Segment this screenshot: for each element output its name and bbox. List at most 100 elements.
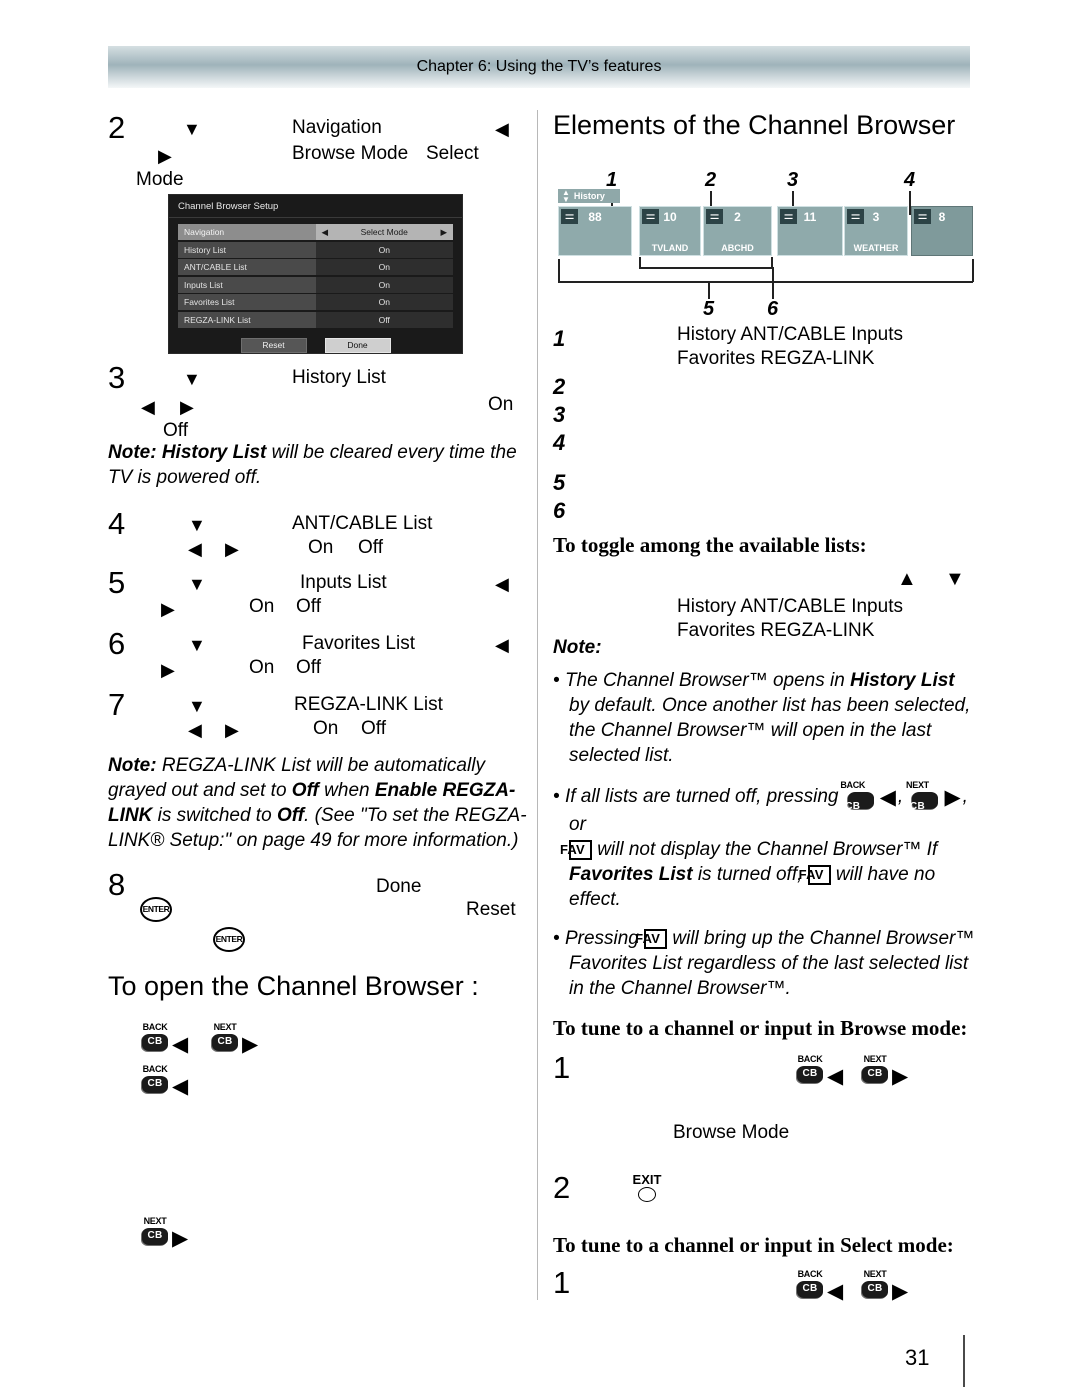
osd-row-favorites-list[interactable]: Favorites List On: [178, 294, 453, 310]
step-7: 7 ▼ REGZA-LINK List ◀ ▶ On Off: [108, 689, 528, 751]
browse-mode-label: Browse Mode: [673, 1122, 790, 1143]
enter-button-icon[interactable]: [140, 897, 172, 922]
channel-tile[interactable]: ⚌ 8: [911, 206, 973, 256]
numbered-item-5: 5: [553, 470, 978, 498]
left-arrow-icon: ◀: [172, 1033, 189, 1056]
channel-tile[interactable]: ⚌ 11: [777, 206, 843, 256]
callout-4: 4: [904, 169, 916, 191]
open-cb-key-row-1: BACK ◀ NEXT ▶: [108, 1022, 528, 1066]
osd-row-history-list[interactable]: History List On: [178, 241, 453, 258]
back-cb-button-icon[interactable]: BACK: [793, 1055, 827, 1086]
next-cb-button-icon[interactable]: NEXT: [138, 1216, 172, 1248]
osd-value: On: [315, 259, 453, 275]
select-step-1: 1 BACK ◀ NEXT ▶: [553, 1267, 978, 1327]
bullet-history-default: • The Channel Browser™ opens in History …: [553, 670, 971, 766]
chapter-header-band: Chapter 6: Using the TV’s features: [108, 46, 970, 88]
next-cb-button-icon[interactable]: NEXT: [906, 781, 942, 819]
osd-row-ant-cable-list[interactable]: ANT/CABLE List On: [178, 259, 453, 275]
item-text: History ANT/CABLE Inputs Favorites REGZA…: [677, 324, 903, 369]
off-label: Off: [296, 657, 321, 678]
note-regza-p3: is switched to: [152, 805, 277, 826]
osd-row-navigation[interactable]: Navigation ◀ Select Mode ▶: [178, 224, 453, 240]
right-arrow-icon: ▶: [225, 720, 239, 740]
on-label: On: [249, 596, 275, 617]
step-4: 4 ▼ ANT/CABLE List ◀ ▶ On Off: [108, 508, 528, 565]
channel-tile[interactable]: ⚌ 2 ABCHD: [703, 206, 772, 256]
on-label: On: [488, 394, 514, 415]
channel-name: WEATHER: [853, 243, 899, 253]
key-label: NEXT: [213, 1022, 237, 1032]
open-channel-browser-heading: To open the Channel Browser :: [108, 971, 479, 1001]
bullet3-p1: Pressing: [564, 928, 645, 949]
right-arrow-icon: ▶: [440, 226, 447, 237]
next-cb-button-icon[interactable]: NEXT: [858, 1054, 892, 1086]
osd-row-regza-link-list[interactable]: REGZA-LINK List Off: [178, 311, 453, 328]
step-8-number: 8: [108, 867, 126, 902]
osd-value-selector[interactable]: ◀ Select Mode ▶: [315, 224, 453, 240]
bracket-5-right-tick: [972, 259, 974, 282]
inputs-list-label: Inputs List: [300, 572, 387, 593]
right-arrow-icon: ▶: [161, 599, 175, 619]
browse-step-2-number: 2: [553, 1170, 571, 1205]
down-arrow-icon: ▼: [188, 635, 206, 655]
step-3-number: 3: [108, 360, 126, 395]
open-cb-key-row-3: NEXT ▶: [108, 1216, 528, 1278]
channel-number: 88: [588, 210, 602, 224]
back-cb-button-icon[interactable]: BACK: [138, 1023, 172, 1054]
browse-mode-label: Browse Mode: [292, 143, 409, 164]
down-arrow-icon: ▼: [188, 515, 206, 535]
bracket-6-left-tick: [639, 257, 641, 268]
fav-button-icon[interactable]: FAV: [560, 839, 592, 860]
numbered-item-6: 6: [553, 498, 978, 532]
done-button[interactable]: Done: [324, 337, 391, 353]
right-arrow-icon: ▶: [180, 397, 194, 417]
bullet2-p4: will not display the Channel Browser™ If: [591, 839, 938, 860]
back-cb-button-icon[interactable]: BACK: [793, 1270, 827, 1301]
left-arrow-icon: ◀: [172, 1075, 189, 1098]
updown-icon: ▲ ▼: [562, 188, 570, 204]
bullet-pressing-fav: • Pressing FAV will bring up the Channel…: [553, 928, 975, 999]
reset-button[interactable]: Reset: [240, 337, 307, 353]
channel-tile[interactable]: ⚌ 10 TVLAND: [639, 206, 701, 256]
osd-button-row: Reset Done: [169, 337, 462, 353]
osd-row-inputs-list[interactable]: Inputs List On: [178, 276, 453, 293]
next-cb-button-icon[interactable]: NEXT: [858, 1270, 892, 1301]
right-arrow-icon: ▶: [161, 660, 175, 680]
tune-browse-mode-heading: To tune to a channel or input in Browse …: [553, 1016, 968, 1040]
page-edge-rule: [963, 1335, 965, 1387]
off-label: Off: [296, 596, 321, 617]
bullet-bold: History List: [850, 670, 955, 691]
channel-tile[interactable]: ⚌ 3 WEATHER: [844, 206, 908, 256]
exit-circle: [638, 1187, 656, 1202]
step-2: 2 ▼ Navigation ◀ ▶ Browse Mode Select Mo…: [108, 110, 528, 192]
column-divider: [537, 110, 538, 1300]
step-6: 6 ▼ Favorites List ◀ ▶ On Off: [108, 628, 528, 687]
channel-tile[interactable]: ⚌ 88: [558, 206, 632, 256]
enter-button-icon[interactable]: [213, 927, 245, 952]
note-regza-bold: Note:: [108, 755, 157, 776]
key-label: NEXT: [863, 1054, 887, 1064]
key-label: NEXT: [143, 1216, 167, 1226]
regza-link-list-label: REGZA-LINK List: [294, 694, 443, 715]
back-cb-button-icon[interactable]: BACK: [138, 1065, 172, 1096]
channel-number: 10: [663, 210, 677, 224]
select-step-1-number: 1: [553, 1265, 571, 1300]
fav-button-icon[interactable]: FAV: [635, 928, 668, 949]
next-cb-button-icon[interactable]: NEXT: [208, 1022, 242, 1054]
callout-6: 6: [767, 298, 779, 320]
on-label: On: [249, 657, 275, 678]
toggle-arrows-row: ▲ ▼ History ANT/CABLE Inputs Favorites R…: [553, 565, 978, 641]
back-cb-button-icon[interactable]: BACK: [840, 781, 878, 819]
history-list-label: History List: [292, 367, 386, 388]
key-body: [912, 792, 939, 819]
osd-label: ANT/CABLE List: [178, 259, 316, 275]
item-number: 5: [553, 470, 566, 495]
channel-name: ABCHD: [721, 243, 754, 253]
bullet-pre: The Channel Browser™ opens in: [564, 670, 851, 691]
exit-button-icon[interactable]: EXIT: [625, 1172, 669, 1204]
step-2-number: 2: [108, 110, 126, 145]
down-arrow-icon: ▼: [183, 119, 201, 139]
fav-button-icon[interactable]: FAV: [799, 864, 831, 885]
right-arrow-icon: ▶: [892, 1065, 909, 1088]
toggle-lists-heading: To toggle among the available lists:: [553, 533, 867, 557]
